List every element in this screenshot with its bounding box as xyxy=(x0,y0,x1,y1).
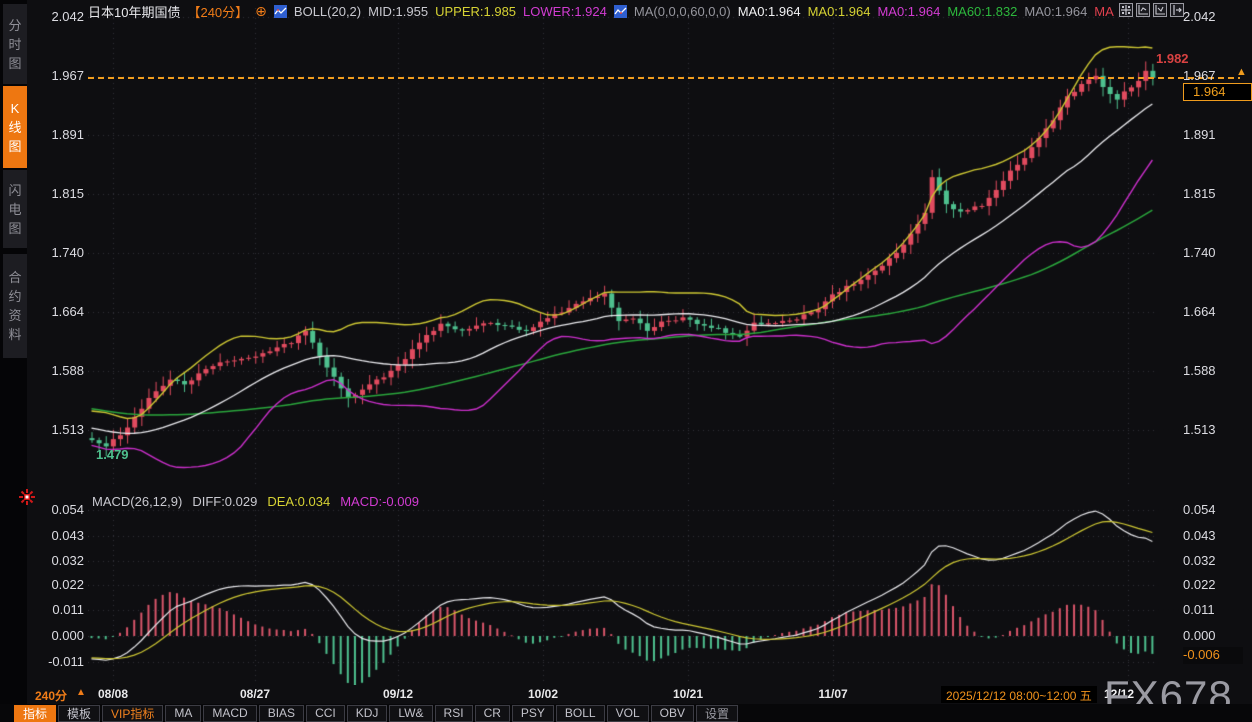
indicator-toolbar: 指标模板VIP指标MAMACDBIASCCIKDJLW&RSICRPSYBOLL… xyxy=(0,704,1252,722)
toolbar-button-CR[interactable]: CR xyxy=(475,705,510,722)
ma-value-1: MA0:1.964 xyxy=(738,4,801,19)
axis-tick-label: 0.022 xyxy=(20,577,84,592)
axis-tick-label: 0.000 xyxy=(20,628,84,643)
chart-header: 日本10年期国债 【240分】 ⊕ BOLL(20,2) MID:1.955 U… xyxy=(88,2,1114,20)
axis-tick-label: 1.740 xyxy=(1183,245,1216,260)
axis-tick-label: 2.042 xyxy=(1183,9,1216,24)
bar-info-tooltip: 2025/12/12 08:00~12:00 五 xyxy=(941,686,1097,703)
crosshair-icon[interactable] xyxy=(1119,3,1133,17)
ma-indicator-icon[interactable] xyxy=(614,5,627,18)
x-axis-date: 08/08 xyxy=(86,687,140,701)
toolbar-button-OBV[interactable]: OBV xyxy=(651,705,694,722)
instrument-title: 日本10年期国债 xyxy=(88,2,180,21)
axis-tick-label: 0.022 xyxy=(1183,577,1216,592)
macd-header: MACD(26,12,9) DIFF:0.029 DEA:0.034 MACD:… xyxy=(92,494,419,509)
toolbar-button-指标[interactable]: 指标 xyxy=(14,705,56,722)
axis-tick-label: 0.054 xyxy=(1183,502,1216,517)
x-axis-date: 08/27 xyxy=(228,687,282,701)
add-indicator-icon[interactable]: ⊕ xyxy=(255,3,267,20)
toolbar-button-LW&[interactable]: LW& xyxy=(389,705,432,722)
toolbar-button-模板[interactable]: 模板 xyxy=(58,705,100,722)
boll-mid: MID:1.955 xyxy=(368,4,428,19)
macd-chart-canvas[interactable] xyxy=(88,500,1158,685)
current-price-line xyxy=(88,77,1240,79)
ma-label: MA(0,0,0,60,0,0) xyxy=(634,4,731,19)
axis-tick-label: 1.967 xyxy=(20,68,84,83)
macd-dea: DEA:0.034 xyxy=(267,494,330,509)
session-low-label: 1.479 xyxy=(96,447,129,462)
x-axis-date: 11/07 xyxy=(806,687,860,701)
ma-value-5: MA0:1.964 xyxy=(1024,4,1087,19)
axis-tick-label: 2.042 xyxy=(20,9,84,24)
axis-tick-label: 1.513 xyxy=(1183,422,1216,437)
last-price-box: 1.964 xyxy=(1183,83,1252,101)
toolbar-button-PSY[interactable]: PSY xyxy=(512,705,554,722)
period-arrow-icon[interactable]: ▲ xyxy=(76,687,86,698)
axis-tick-label: 1.664 xyxy=(1183,304,1216,319)
chart-toolbar-icons xyxy=(1119,3,1184,17)
axis-zoom-in-icon[interactable] xyxy=(1136,3,1150,17)
trading-app: 分时图K线图闪电图合约资料 日本10年期国债 【240分】 ⊕ BOLL(20,… xyxy=(0,0,1252,722)
axis-tick-label: 1.815 xyxy=(1183,186,1216,201)
toolbar-button-MA[interactable]: MA xyxy=(165,705,201,722)
main-chart-canvas[interactable] xyxy=(88,8,1158,485)
macd-macd: MACD:-0.009 xyxy=(340,494,419,509)
macd-label: MACD(26,12,9) xyxy=(92,494,182,509)
boll-indicator-icon[interactable] xyxy=(274,5,287,18)
toolbar-button-MACD[interactable]: MACD xyxy=(203,705,256,722)
toolbar-button-RSI[interactable]: RSI xyxy=(435,705,473,722)
axis-tick-label: 0.032 xyxy=(20,553,84,568)
axis-tick-label: 0.043 xyxy=(1183,528,1216,543)
x-axis-date: 10/02 xyxy=(516,687,570,701)
sidebar-tab-闪电图[interactable]: 闪电图 xyxy=(3,170,27,248)
axis-tick-label: 1.588 xyxy=(20,363,84,378)
boll-label: BOLL(20,2) xyxy=(294,4,361,19)
axis-tick-label: 1.891 xyxy=(1183,127,1216,142)
toolbar-button-BOLL[interactable]: BOLL xyxy=(556,705,605,722)
axis-tick-label: 0.054 xyxy=(20,502,84,517)
ma-value-3: MA0:1.964 xyxy=(877,4,940,19)
axis-tick-label: 1.588 xyxy=(1183,363,1216,378)
axis-tick-label: 0.032 xyxy=(1183,553,1216,568)
axis-tick-label: 0.043 xyxy=(20,528,84,543)
axis-zoom-out-icon[interactable] xyxy=(1153,3,1167,17)
pane-collapse-icon[interactable] xyxy=(1170,3,1184,17)
x-axis-date: 10/21 xyxy=(661,687,715,701)
macd-diff: DIFF:0.029 xyxy=(192,494,257,509)
boll-lower: LOWER:1.924 xyxy=(523,4,607,19)
toolbar-button-KDJ[interactable]: KDJ xyxy=(347,705,388,722)
axis-tick-label: 0.011 xyxy=(20,602,84,617)
axis-tick-label: 1.967 xyxy=(1183,68,1216,83)
boll-upper: UPPER:1.985 xyxy=(435,4,516,19)
axis-tick-label: -0.011 xyxy=(20,654,84,669)
axis-tick-label: 1.815 xyxy=(20,186,84,201)
axis-tick-label: 1.664 xyxy=(20,304,84,319)
axis-tick-label: 1.513 xyxy=(20,422,84,437)
x-axis-date: 09/12 xyxy=(371,687,425,701)
macd-value-badge: -0.006 xyxy=(1183,647,1243,664)
axis-tick-label: 0.000 xyxy=(1183,628,1216,643)
axis-tick-label: 0.011 xyxy=(1183,602,1215,617)
toolbar-button-设置[interactable]: 设置 xyxy=(696,705,738,722)
ma-value-2: MA0:1.964 xyxy=(808,4,871,19)
toolbar-button-CCI[interactable]: CCI xyxy=(306,705,345,722)
period-badge[interactable]: 【240分】 xyxy=(187,2,248,21)
session-high-label: 1.982 xyxy=(1156,51,1189,66)
toolbar-button-BIAS[interactable]: BIAS xyxy=(259,705,304,722)
x-axis-row: 240分 ▲ 2025/12/12 08:00~12:00 五 12/12 08… xyxy=(0,686,1252,704)
toolbar-button-VOL[interactable]: VOL xyxy=(607,705,649,722)
period-label[interactable]: 240分 xyxy=(35,687,67,704)
price-arrow-marker: ▲ xyxy=(1236,66,1247,78)
axis-tick-label: 1.891 xyxy=(20,127,84,142)
ma-value-4: MA60:1.832 xyxy=(947,4,1017,19)
ma-value-6: MA xyxy=(1094,4,1114,19)
axis-tick-label: 1.740 xyxy=(20,245,84,260)
hover-date-label: 12/12 xyxy=(1104,687,1134,701)
toolbar-button-VIP指标[interactable]: VIP指标 xyxy=(102,705,163,722)
